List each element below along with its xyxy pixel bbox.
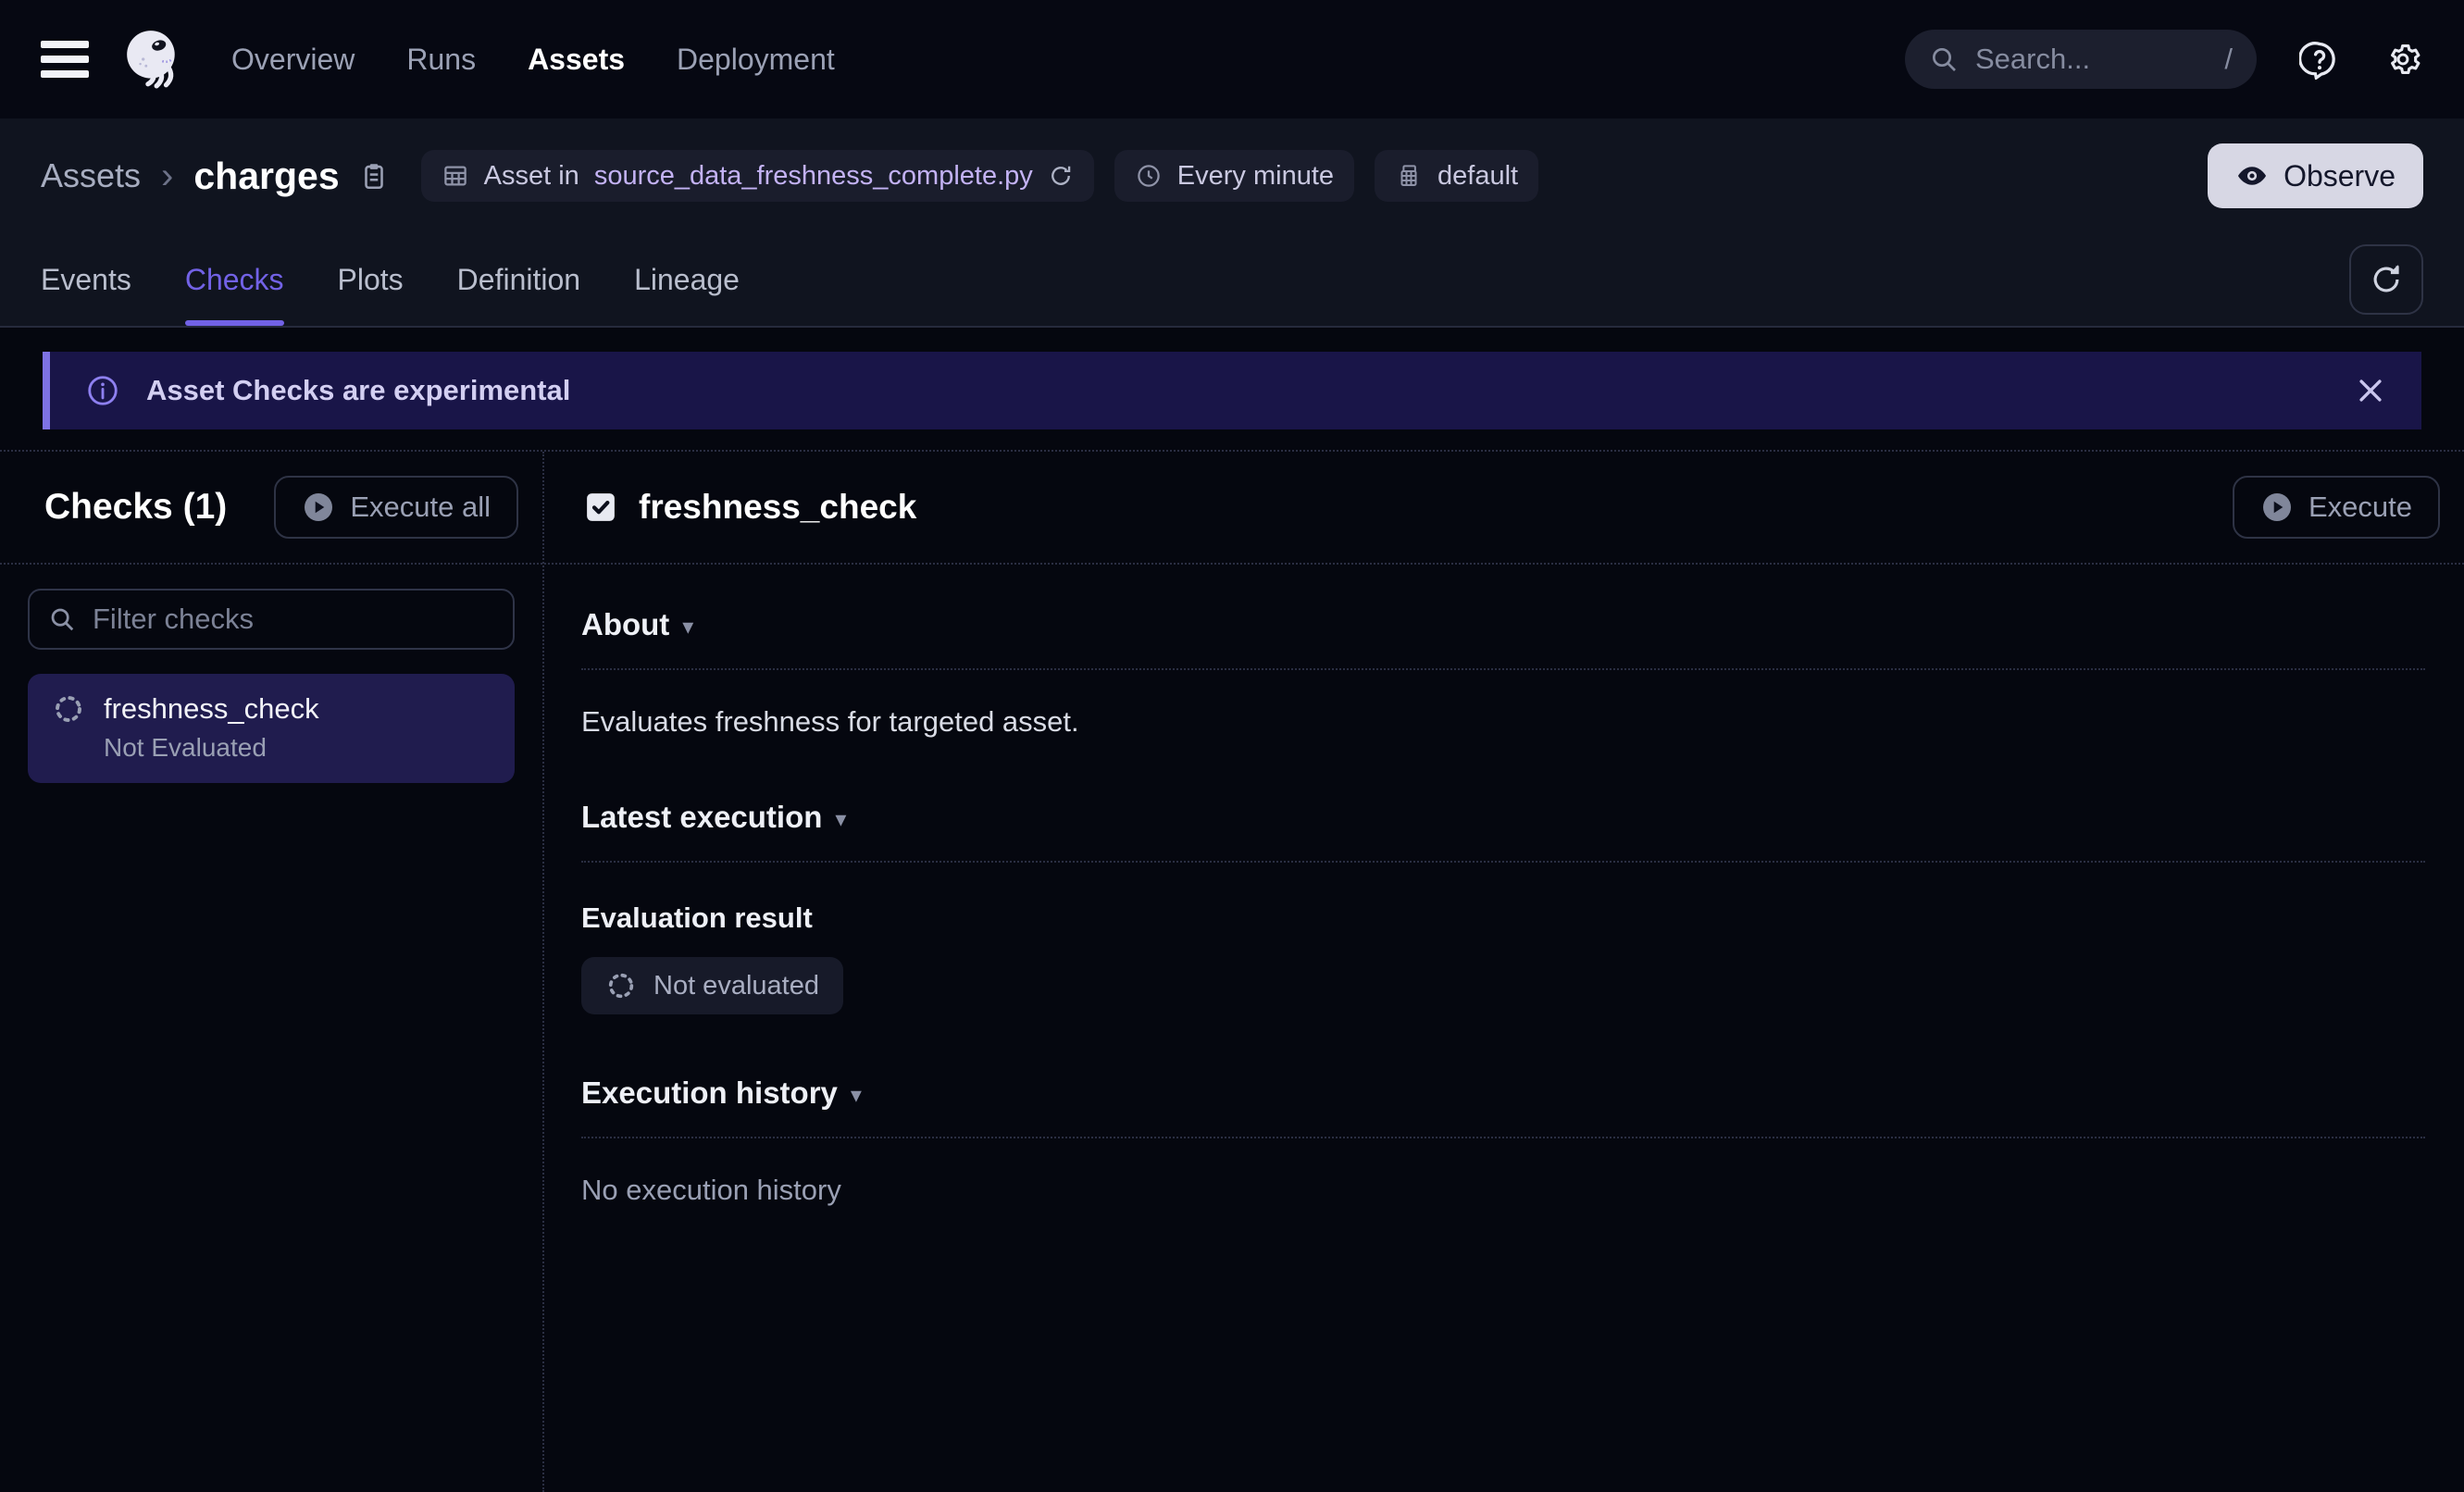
asset-in-label: Asset in bbox=[484, 161, 579, 192]
check-detail-title: freshness_check bbox=[639, 488, 916, 527]
about-heading: About bbox=[581, 607, 669, 642]
stacked-sheets-icon bbox=[1395, 162, 1423, 190]
clock-icon bbox=[1135, 162, 1163, 190]
execute-button[interactable]: Execute bbox=[2233, 476, 2440, 539]
check-detail-body: About ▾ Evaluates freshness for targeted… bbox=[544, 565, 2464, 1268]
group-tag[interactable]: default bbox=[1375, 150, 1538, 202]
play-circle-icon bbox=[2260, 491, 2294, 524]
checks-layout: Checks (1) Execute all bbox=[0, 450, 2464, 1492]
evaluation-result-text: Not evaluated bbox=[653, 971, 819, 1001]
latest-execution-section: Latest execution ▾ Evaluation result Not… bbox=[581, 800, 2425, 1014]
menu-icon[interactable] bbox=[41, 41, 89, 78]
divider bbox=[581, 668, 2425, 670]
divider bbox=[581, 1137, 2425, 1138]
search-icon bbox=[48, 605, 76, 633]
asset-header-band: Assets › charges Asset in source_data_fr… bbox=[0, 118, 2464, 328]
banner-container: Asset Checks are experimental bbox=[0, 328, 2464, 450]
latest-execution-heading: Latest execution bbox=[581, 800, 822, 835]
checks-list-header: Checks (1) Execute all bbox=[0, 452, 542, 565]
close-icon[interactable] bbox=[2355, 375, 2386, 406]
nav-link-deployment[interactable]: Deployment bbox=[677, 43, 835, 77]
execution-history-heading: Execution history bbox=[581, 1075, 838, 1111]
about-section-toggle[interactable]: About ▾ bbox=[581, 607, 2425, 642]
breadcrumb-assets-link[interactable]: Assets bbox=[41, 156, 141, 195]
play-circle-icon bbox=[302, 491, 335, 524]
checks-count-title: Checks (1) bbox=[44, 487, 227, 528]
execution-history-empty: No execution history bbox=[581, 1174, 2425, 1207]
chevron-down-icon: ▾ bbox=[851, 1082, 862, 1109]
about-section: About ▾ Evaluates freshness for targeted… bbox=[581, 607, 2425, 739]
schedule-tag-label: Every minute bbox=[1177, 161, 1334, 192]
evaluation-result-label: Evaluation result bbox=[581, 901, 2425, 935]
about-description: Evaluates freshness for targeted asset. bbox=[581, 705, 2425, 739]
check-status: Not Evaluated bbox=[104, 733, 491, 763]
asset-tabs: Events Checks Plots Definition Lineage bbox=[41, 233, 2423, 326]
asset-tags: Asset in source_data_freshness_complete.… bbox=[421, 150, 1538, 202]
group-tag-label: default bbox=[1437, 161, 1518, 192]
not-evaluated-spinner-icon bbox=[52, 692, 85, 726]
reload-definition-icon[interactable] bbox=[1048, 163, 1074, 189]
tab-checks[interactable]: Checks bbox=[185, 233, 284, 326]
checks-list-panel: Checks (1) Execute all bbox=[0, 452, 544, 1492]
asset-file-link[interactable]: source_data_freshness_complete.py bbox=[594, 161, 1033, 192]
observe-button[interactable]: Observe bbox=[2208, 143, 2423, 208]
filter-checks-input[interactable] bbox=[93, 603, 494, 636]
latest-execution-toggle[interactable]: Latest execution ▾ bbox=[581, 800, 2425, 835]
checkbox-checked-icon bbox=[581, 488, 620, 527]
observe-button-label: Observe bbox=[2284, 159, 2396, 193]
checks-list-body: freshness_check Not Evaluated bbox=[0, 565, 542, 807]
chevron-down-icon: ▾ bbox=[682, 614, 693, 640]
search-icon bbox=[1929, 44, 1959, 74]
dagster-logo-icon[interactable] bbox=[122, 29, 183, 90]
check-name: freshness_check bbox=[104, 692, 319, 726]
check-detail-header: freshness_check Execute bbox=[544, 452, 2464, 565]
execute-label: Execute bbox=[2308, 491, 2412, 524]
banner-text: Asset Checks are experimental bbox=[146, 374, 2329, 407]
tab-definition[interactable]: Definition bbox=[457, 233, 580, 326]
chevron-down-icon: ▾ bbox=[835, 806, 846, 833]
execution-history-toggle[interactable]: Execution history ▾ bbox=[581, 1075, 2425, 1111]
tab-lineage[interactable]: Lineage bbox=[634, 233, 740, 326]
eye-icon bbox=[2235, 159, 2269, 193]
breadcrumb: Assets › charges Asset in source_data_fr… bbox=[41, 118, 2423, 233]
asset-definition-tag: Asset in source_data_freshness_complete.… bbox=[421, 150, 1094, 202]
evaluation-result-badge: Not evaluated bbox=[581, 957, 843, 1014]
execute-all-button[interactable]: Execute all bbox=[274, 476, 518, 539]
page-title: charges bbox=[193, 155, 339, 198]
top-nav-right: Search... / bbox=[1905, 30, 2423, 89]
refresh-icon bbox=[2369, 262, 2404, 297]
info-icon bbox=[85, 373, 120, 408]
divider bbox=[581, 861, 2425, 863]
schedule-tag[interactable]: Every minute bbox=[1114, 150, 1354, 202]
tab-events[interactable]: Events bbox=[41, 233, 131, 326]
app-window: Overview Runs Assets Deployment Search..… bbox=[0, 0, 2464, 1492]
nav-link-runs[interactable]: Runs bbox=[406, 43, 476, 77]
list-item-freshness-check[interactable]: freshness_check Not Evaluated bbox=[28, 674, 515, 783]
filter-checks-field bbox=[28, 589, 515, 650]
refresh-button[interactable] bbox=[2349, 244, 2423, 315]
check-detail-panel: freshness_check Execute About ▾ Eval bbox=[544, 452, 2464, 1492]
top-nav: Overview Runs Assets Deployment Search..… bbox=[0, 0, 2464, 118]
nav-link-assets[interactable]: Assets bbox=[528, 43, 625, 77]
tab-plots[interactable]: Plots bbox=[338, 233, 404, 326]
execute-all-label: Execute all bbox=[350, 491, 491, 524]
table-icon bbox=[442, 162, 469, 190]
breadcrumb-separator: › bbox=[161, 155, 173, 197]
nav-link-overview[interactable]: Overview bbox=[231, 43, 355, 77]
copy-icon[interactable] bbox=[358, 160, 390, 192]
search-shortcut-hint: / bbox=[2224, 43, 2233, 76]
help-icon[interactable] bbox=[2299, 39, 2340, 80]
settings-gear-icon[interactable] bbox=[2383, 39, 2423, 80]
search-placeholder: Search... bbox=[1975, 43, 2208, 76]
experimental-banner: Asset Checks are experimental bbox=[43, 352, 2421, 429]
execution-history-section: Execution history ▾ No execution history bbox=[581, 1075, 2425, 1207]
not-evaluated-spinner-icon bbox=[605, 970, 637, 1001]
global-search-input[interactable]: Search... / bbox=[1905, 30, 2257, 89]
nav-links: Overview Runs Assets Deployment bbox=[231, 43, 835, 77]
